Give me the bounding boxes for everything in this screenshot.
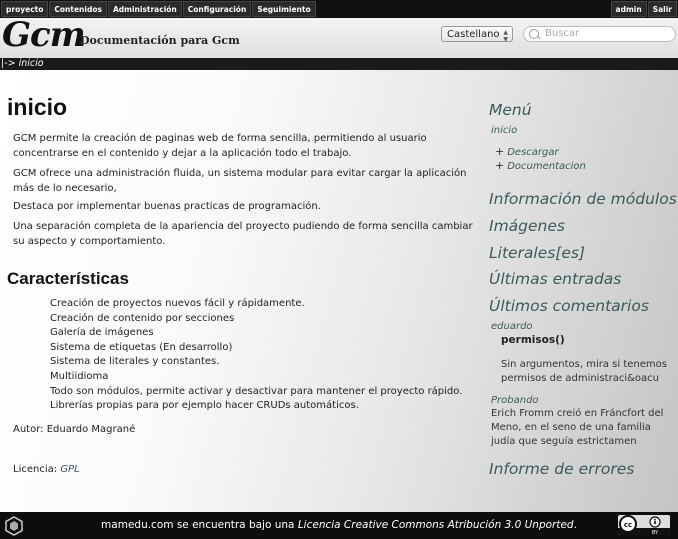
- site-header: Gcm Documentación para Gcm Castellano ▲ ▼…: [0, 15, 678, 58]
- main-area: inicio GCM permite la creación de pagina…: [0, 70, 678, 512]
- cc-by-label: BY: [652, 530, 659, 535]
- svg-text:cc: cc: [624, 521, 632, 529]
- comment-text: Erich Fromm creió en Fráncfort del Meno,…: [491, 408, 664, 447]
- search-placeholder: Buscar: [545, 28, 580, 39]
- user-nav: admin Salir: [610, 1, 677, 17]
- logout-link[interactable]: Salir: [647, 1, 677, 17]
- feature-item: Librerías propias para por ejemplo hacer…: [50, 400, 359, 412]
- breadcrumb-arrow: |->: [1, 58, 16, 69]
- nav-seguimiento[interactable]: Seguimiento: [252, 1, 316, 17]
- license-link[interactable]: GPL: [60, 464, 79, 475]
- site-tagline: Documentación para Gcm: [80, 34, 240, 47]
- license-label: Licencia:: [13, 464, 58, 475]
- comment-text: Sin argumentos, mira si tenemos permisos…: [501, 359, 667, 384]
- top-navbar: proyecto Contenidos Administración Confi…: [0, 0, 678, 18]
- intro-paragraph-3: Destaca por implementar buenas practicas…: [13, 201, 321, 212]
- search-input[interactable]: Buscar: [523, 26, 676, 42]
- feature-item: Galería de imágenes: [50, 327, 154, 339]
- sidebar-comments-title[interactable]: Últimos comentarios: [489, 297, 649, 315]
- sidebar-literals-title[interactable]: Literales[es]: [489, 244, 585, 262]
- feature-item: Multiidioma: [50, 370, 109, 382]
- search-icon: [529, 29, 539, 39]
- breadcrumb-current[interactable]: inicio: [19, 58, 44, 69]
- features-list: Creación de proyectos nuevos fácil y ráp…: [50, 297, 462, 414]
- feature-item: Creación de contenido por secciones: [50, 312, 235, 324]
- comment-author[interactable]: eduardo: [491, 321, 533, 332]
- language-select[interactable]: Castellano ▲ ▼: [441, 26, 513, 43]
- footer-text: mamedu.com se encuentra bajo una Licenci…: [0, 519, 678, 531]
- features-title: Características: [7, 269, 129, 288]
- page-title: inicio: [7, 94, 68, 120]
- footer-text-before: mamedu.com se encuentra bajo una: [101, 519, 298, 531]
- comment-title[interactable]: permisos(): [501, 334, 565, 346]
- license-line: Licencia: GPL: [13, 464, 80, 475]
- plus-icon: +: [495, 159, 505, 172]
- intro-paragraph-1: GCM permite la creación de paginas web d…: [13, 133, 427, 159]
- nav-configuracion[interactable]: Configuración: [182, 1, 252, 17]
- sidebar-menu-title[interactable]: Menú: [489, 101, 532, 119]
- author-label: Autor:: [13, 424, 44, 435]
- comment-author[interactable]: Probando: [491, 395, 539, 406]
- sidebar-latest-title[interactable]: Últimas entradas: [489, 270, 621, 288]
- language-select-value: Castellano: [447, 29, 500, 40]
- site-logo[interactable]: Gcm: [2, 15, 86, 55]
- sidebar-modules-title[interactable]: Información de módulos: [489, 190, 677, 208]
- feature-item: Creación de proyectos nuevos fácil y ráp…: [50, 298, 305, 309]
- select-arrows-icon: ▲ ▼: [503, 29, 508, 43]
- site-footer: mamedu.com se encuentra bajo una Licenci…: [0, 512, 678, 539]
- sidebar-images-title[interactable]: Imágenes: [489, 217, 565, 235]
- nav-administracion[interactable]: Administración: [107, 1, 182, 17]
- feature-item: Sistema de etiquetas (En desarrollo): [50, 341, 233, 353]
- sidebar-menu-current[interactable]: inicio: [491, 125, 517, 136]
- feature-item: Todo son módulos, permite activar y desa…: [50, 385, 463, 397]
- sidebar-item-documentacion[interactable]: + Documentacion: [495, 159, 586, 172]
- breadcrumb: |-> inicio: [0, 58, 678, 70]
- sidebar-item-descargar[interactable]: + Descargar: [495, 145, 559, 158]
- sidebar-item-label: Descargar: [507, 147, 559, 158]
- footer-text-after: .: [573, 519, 577, 531]
- intro-paragraph-4: Una separación completa de la apariencia…: [13, 221, 473, 247]
- author-line: Autor: Eduardo Magrané: [13, 424, 135, 435]
- author-name: Eduardo Magrané: [46, 424, 136, 435]
- plus-icon: +: [495, 145, 505, 158]
- sidebar-errors-title[interactable]: Informe de errores: [489, 460, 634, 478]
- feature-item: Sistema de literales y constantes.: [50, 356, 220, 368]
- intro-paragraph-2: GCM ofrece una administración fluida, un…: [13, 168, 467, 194]
- cc-by-badge-icon[interactable]: cc BY: [618, 515, 670, 535]
- footer-license-link[interactable]: Licencia Creative Commons Atribución 3.0…: [298, 519, 574, 531]
- sidebar-item-label: Documentacion: [507, 161, 586, 172]
- admin-link[interactable]: admin: [610, 1, 647, 17]
